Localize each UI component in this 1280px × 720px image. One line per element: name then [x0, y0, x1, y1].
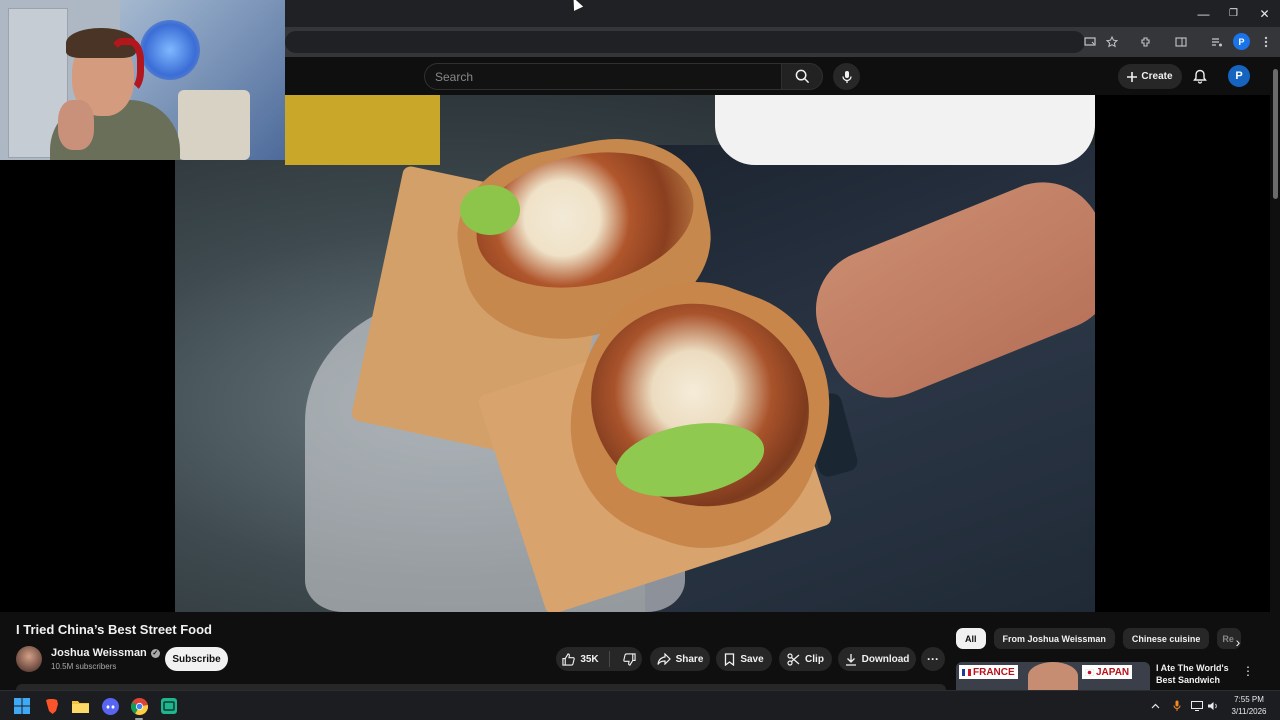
video-title: I Tried China’s Best Street Food [16, 622, 212, 637]
search-button[interactable] [781, 63, 823, 90]
clip-label: Clip [805, 653, 824, 665]
scrollbar-thumb[interactable] [1273, 69, 1278, 199]
create-button[interactable]: Create [1118, 64, 1182, 89]
scissors-icon [787, 652, 800, 666]
thumbs-down-icon [622, 652, 636, 666]
voice-search-button[interactable] [833, 63, 860, 90]
taskbar-clock[interactable]: 7:55 PM 3/11/2026 [1224, 694, 1274, 718]
channel-name-text: Joshua Weissman [51, 647, 147, 659]
share-icon [656, 653, 671, 665]
brave-icon[interactable] [41, 696, 61, 716]
download-label: Download [861, 653, 910, 665]
terminal-app-icon[interactable] [159, 696, 179, 716]
minimize-button[interactable]: — [1188, 0, 1219, 27]
search-icon [795, 69, 809, 84]
recommendation-chips: All From Joshua Weissman Chinese cuisine… [956, 628, 1242, 650]
channel-name[interactable]: Joshua Weissman ✓ [51, 647, 160, 659]
extensions-icon[interactable] [1137, 33, 1155, 51]
save-button[interactable]: Save [716, 647, 772, 671]
dislike-button[interactable] [615, 652, 636, 666]
windows-start-icon[interactable] [12, 696, 32, 716]
chip-all[interactable]: All [956, 628, 986, 649]
lettuce [460, 185, 520, 235]
clock-time: 7:55 PM [1234, 695, 1264, 704]
thumbs-up-icon [562, 652, 576, 666]
verified-icon: ✓ [150, 648, 160, 658]
more-actions-button[interactable]: ··· [921, 647, 945, 671]
search-box [424, 63, 782, 90]
thumb-label-japan: JAPAN [1082, 665, 1133, 679]
network-icon[interactable] [1190, 699, 1204, 713]
like-count: 35K [580, 653, 599, 665]
share-button[interactable]: Share [650, 647, 710, 671]
discord-icon[interactable] [100, 696, 120, 716]
page-scrollbar[interactable] [1270, 57, 1280, 690]
bell-icon [1193, 69, 1207, 84]
subscriber-count: 10.5M subscribers [51, 662, 117, 671]
microphone-icon [841, 70, 852, 83]
headset-icon [108, 38, 144, 94]
windows-taskbar: 7:55 PM 3/11/2026 [0, 690, 1280, 720]
save-label: Save [740, 653, 764, 665]
chevron-right-icon[interactable]: › [1228, 632, 1248, 652]
webcam-chair [178, 90, 250, 160]
chip-chinese-cuisine[interactable]: Chinese cuisine [1122, 628, 1210, 649]
star-icon[interactable] [1103, 33, 1121, 51]
download-button[interactable]: Download [838, 647, 916, 671]
address-bar[interactable] [285, 31, 1085, 53]
create-label: Create [1141, 71, 1173, 82]
thumb-label-france: FRANCE [959, 665, 1018, 679]
recommendation-title[interactable]: I Ate The World's Best Sandwich [1156, 662, 1236, 686]
cast-icon[interactable] [1081, 33, 1099, 51]
account-avatar[interactable]: P [1228, 65, 1250, 87]
microphone-tray-icon[interactable] [1170, 699, 1184, 713]
video-info: I Tried China’s Best Street Food Joshua … [0, 612, 1280, 690]
chevron-up-icon[interactable] [1148, 699, 1162, 713]
menu-icon[interactable] [1257, 33, 1275, 51]
recommendation-thumbnail[interactable]: FRANCE JAPAN [956, 662, 1150, 690]
webcam-light [140, 20, 200, 80]
recommendation-menu-button[interactable]: ⋮ [1242, 664, 1254, 678]
search-input[interactable] [435, 64, 765, 89]
france-flag-icon [962, 668, 971, 676]
like-dislike-group: 35K [556, 647, 642, 671]
video-frame[interactable] [175, 95, 1095, 612]
volume-icon[interactable] [1206, 699, 1220, 713]
download-icon [845, 653, 856, 666]
bookmark-icon [725, 652, 735, 666]
video-shirt [715, 95, 1095, 165]
plus-icon [1127, 71, 1138, 82]
background-sign [285, 95, 440, 165]
clock-date: 3/11/2026 [1231, 707, 1267, 716]
webcam-hand [58, 100, 94, 150]
close-button[interactable]: ✕ [1249, 0, 1280, 27]
clip-button[interactable]: Clip [779, 647, 832, 671]
japan-flag-icon [1085, 668, 1094, 676]
profile-avatar[interactable]: P [1233, 33, 1250, 50]
webcam-overlay [0, 0, 285, 160]
chrome-icon[interactable] [129, 696, 149, 716]
file-explorer-icon[interactable] [70, 696, 90, 716]
chip-from-channel[interactable]: From Joshua Weissman [993, 628, 1115, 649]
side-panel-icon[interactable] [1172, 33, 1190, 51]
restore-button[interactable]: ❐ [1218, 0, 1249, 27]
media-icon[interactable] [1208, 33, 1226, 51]
video-player[interactable] [0, 95, 1280, 612]
like-button[interactable]: 35K [562, 651, 610, 667]
share-label: Share [675, 653, 704, 665]
thumb-face [1028, 662, 1078, 690]
subscribe-button[interactable]: Subscribe [165, 647, 228, 671]
channel-avatar[interactable] [16, 646, 42, 672]
notifications-button[interactable] [1190, 66, 1210, 86]
